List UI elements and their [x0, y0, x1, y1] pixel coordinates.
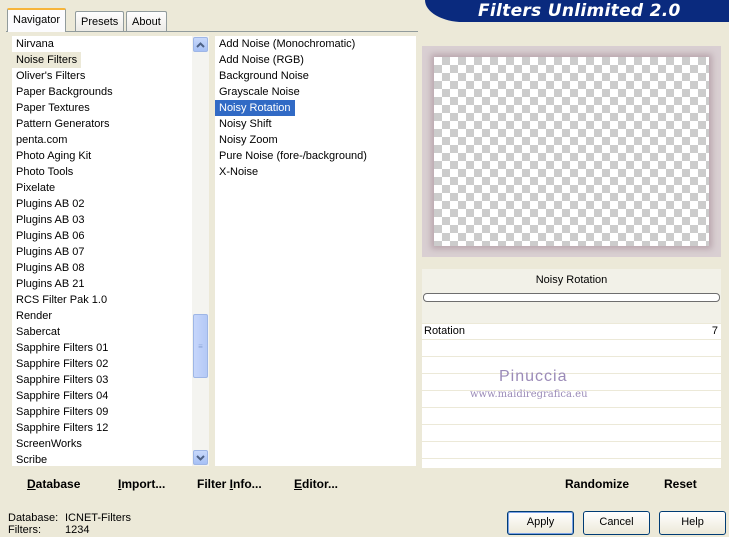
progress-bar [423, 293, 720, 302]
category-item[interactable]: Photo Aging Kit [12, 148, 95, 164]
current-filter-name: Noisy Rotation [535, 274, 608, 286]
app-title: Filters Unlimited 2.0 [478, 1, 681, 21]
category-item[interactable]: Pixelate [12, 180, 59, 196]
category-item[interactable]: Scribe [12, 452, 51, 466]
filter-item[interactable]: Noisy Rotation [215, 100, 295, 116]
scroll-up-button[interactable] [193, 37, 208, 52]
filter-item[interactable]: Noisy Zoom [215, 132, 282, 148]
help-button[interactable]: Help [659, 511, 726, 535]
category-item[interactable]: Sapphire Filters 09 [12, 404, 112, 420]
category-item[interactable]: penta.com [12, 132, 71, 148]
apply-button[interactable]: Apply [507, 511, 574, 535]
filter-item[interactable]: X-Noise [215, 164, 262, 180]
category-item[interactable]: Render [12, 308, 56, 324]
filter-item[interactable]: Pure Noise (fore-/background) [215, 148, 371, 164]
category-item[interactable]: Plugins AB 06 [12, 228, 89, 244]
category-item[interactable]: Plugins AB 21 [12, 276, 89, 292]
status-filters: Filters: 1234 [8, 524, 90, 536]
chevron-down-icon [196, 454, 205, 461]
category-item[interactable]: Sapphire Filters 04 [12, 388, 112, 404]
filter-info-button[interactable]: Filter Info... [197, 476, 262, 492]
database-button[interactable]: Database [27, 476, 80, 492]
param-row-empty [422, 426, 721, 442]
category-item[interactable]: Sapphire Filters 12 [12, 420, 112, 436]
filter-item[interactable]: Noisy Shift [215, 116, 276, 132]
scroll-down-button[interactable] [193, 450, 208, 465]
reset-button[interactable]: Reset [664, 476, 697, 492]
param-row-empty [422, 409, 721, 425]
category-item[interactable]: Plugins AB 08 [12, 260, 89, 276]
scroll-thumb[interactable]: ≡ [193, 314, 208, 378]
preview-image [434, 57, 709, 246]
category-item[interactable]: ScreenWorks [12, 436, 86, 452]
editor-button[interactable]: Editor... [294, 476, 338, 492]
param-value: 7 [711, 325, 718, 337]
category-item[interactable]: Oliver's Filters [12, 68, 89, 84]
param-row-rotation[interactable]: Rotation 7 [422, 324, 721, 340]
filter-item[interactable]: Grayscale Noise [215, 84, 304, 100]
category-item[interactable]: Sapphire Filters 02 [12, 356, 112, 372]
watermark-name: Pinuccia [499, 368, 568, 385]
filter-item[interactable]: Add Noise (Monochromatic) [215, 36, 359, 52]
category-item[interactable]: Paper Backgrounds [12, 84, 117, 100]
category-item[interactable]: Sabercat [12, 324, 64, 340]
randomize-button[interactable]: Randomize [565, 476, 629, 492]
filter-item[interactable]: Add Noise (RGB) [215, 52, 308, 68]
param-row-empty [422, 358, 721, 374]
category-item[interactable]: Paper Textures [12, 100, 94, 116]
import-button[interactable]: Import... [118, 476, 165, 492]
filter-list[interactable]: Add Noise (Monochromatic) Add Noise (RGB)… [215, 36, 416, 466]
category-scrollbar[interactable]: ≡ [192, 36, 209, 466]
category-item[interactable]: Plugins AB 03 [12, 212, 89, 228]
chevron-up-icon [196, 41, 205, 48]
watermark-url: www.maidiregrafica.eu [470, 389, 588, 400]
category-item[interactable]: Sapphire Filters 03 [12, 372, 112, 388]
category-item[interactable]: Photo Tools [12, 164, 77, 180]
filter-settings-header: Noisy Rotation [422, 269, 721, 323]
category-item[interactable]: Noise Filters [12, 52, 82, 68]
param-row-empty [422, 443, 721, 459]
category-list[interactable]: Nirvana Noise Filters Oliver's Filters Pape… [12, 36, 192, 466]
tab-presets[interactable]: Presets [75, 11, 125, 31]
preview-frame [422, 46, 721, 257]
category-item[interactable]: RCS Filter Pak 1.0 [12, 292, 111, 308]
category-item[interactable]: Pattern Generators [12, 116, 114, 132]
tab-navigator[interactable]: Navigator [7, 8, 67, 32]
category-item[interactable]: Plugins AB 07 [12, 244, 89, 260]
tab-about[interactable]: About [126, 11, 167, 31]
param-row-empty [422, 341, 721, 357]
category-item[interactable]: Nirvana [12, 36, 58, 52]
param-label: Rotation [424, 325, 465, 337]
cancel-button[interactable]: Cancel [583, 511, 650, 535]
category-item[interactable]: Sapphire Filters 01 [12, 340, 112, 356]
category-item[interactable]: Plugins AB 02 [12, 196, 89, 212]
filter-item[interactable]: Background Noise [215, 68, 313, 84]
tab-divider [6, 31, 418, 32]
